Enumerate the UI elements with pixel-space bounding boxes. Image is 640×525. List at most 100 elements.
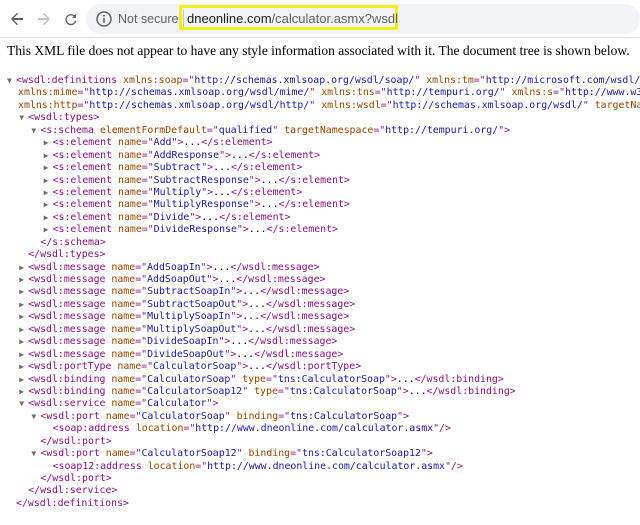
xml-tag: "> [236,323,249,335]
expand-toggle-icon[interactable]: ▶ [44,137,53,149]
xml-val: DivideResponse [153,224,237,236]
xml-tag: =" [553,87,565,99]
expand-toggle-icon[interactable]: ▶ [44,199,53,211]
expand-toggle-icon[interactable]: ▶ [19,311,28,323]
xml-val: Calculator [147,398,207,410]
xml-tag: </s:element> [219,211,291,223]
xml-val: qualified [218,124,273,136]
xml-attr: name [111,286,136,298]
xml-tag: =" [380,99,393,111]
expand-toggle-icon[interactable]: ▶ [19,336,28,348]
expand-toggle-icon[interactable]: ▶ [44,175,53,187]
xml-attr: name [118,162,142,174]
xml-val: http://schemas.xmlsoap.org/wsdl/ [392,99,583,111]
xml-tag: =" [135,323,148,335]
expand-toggle-icon[interactable]: ▶ [19,286,28,298]
xml-tag: =" [135,261,148,273]
info-icon[interactable] [96,11,112,27]
xml-attr: xmlns:mime [18,87,78,99]
xml-tag: =" [374,87,387,99]
expand-toggle-icon[interactable]: ▶ [19,274,28,286]
xml-tag: =" [183,423,196,435]
xml-tag: <s:element [52,186,118,198]
xml-val: http://www.w3 [565,87,640,99]
xml-attr: name [118,137,142,149]
url-text[interactable]: dneonline.com/calculator.asmx?wsdl [187,11,398,27]
xml-tag: "/> [444,460,463,472]
xml-tag: " [309,99,322,111]
xml-val: http://microsoft.com/wsdl/ [485,75,640,86]
xml-tag: "> [224,348,237,360]
xml-tag: " [224,410,237,422]
xml-tag: =" [135,274,148,285]
xml-tag: =" [129,448,142,460]
xml-line: ▶ <wsdl:message name="MultiplySoapIn">...… [0,311,640,323]
xml-val: CalculatorSoap [153,361,237,373]
xml-txt: ... [242,311,261,323]
expand-toggle-icon[interactable]: ▶ [19,262,28,274]
expand-toggle-icon[interactable]: ▶ [44,150,53,162]
collapse-toggle-icon[interactable]: ▼ [7,75,16,87]
xml-tag: </wsdl:message> [266,323,356,335]
expand-toggle-icon[interactable]: ▶ [19,324,28,336]
xml-tag: <wsdl:message [28,323,112,335]
xml-val: MultiplySoapIn [147,311,231,323]
xml-val: AddSoapIn [147,261,201,273]
xml-tag: "> [218,336,231,348]
xml-tag: "> [219,149,231,161]
xml-tag: =" [77,99,90,111]
xml-txt: ... [248,298,267,310]
xml-tag: </s:element> [230,162,303,174]
collapse-toggle-icon[interactable]: ▼ [19,112,28,124]
xml-tag: </wsdl:binding> [414,373,504,385]
xml-tag: </wsdl:message> [236,274,326,285]
xml-tag: "> [236,224,249,236]
xml-val: tns:CalculatorSoap [289,385,397,397]
xml-tag: =" [77,87,90,99]
xml-tag: "> [384,373,397,385]
expand-toggle-icon[interactable]: ▶ [19,386,28,398]
xml-val: AddSoapOut [147,274,207,285]
xml-attr: location [135,423,184,435]
arrow-left-icon [11,12,23,26]
expand-toggle-icon[interactable]: ▶ [44,224,53,236]
xml-line: </wsdl:types> [0,249,640,261]
forward-button[interactable] [33,8,55,30]
xml-line: ▶ <wsdl:message name="MultiplySoapOut">..… [0,324,640,336]
xml-tag: <s:element [52,211,118,223]
xml-tag: =" [141,149,154,161]
collapse-toggle-icon[interactable]: ▼ [19,398,28,410]
xml-txt: ... [260,174,279,186]
xml-tag: </s:element> [201,137,273,149]
xml-attr: name [117,361,142,373]
xml-txt: ... [248,361,267,373]
expand-toggle-icon[interactable]: ▶ [44,187,53,199]
security-indicator[interactable]: Not secure [118,11,178,27]
expand-toggle-icon[interactable]: ▶ [19,349,28,361]
expand-toggle-icon[interactable]: ▶ [19,374,28,386]
xml-tag: "> [171,137,184,149]
expand-toggle-icon[interactable]: ▶ [19,361,28,373]
reload-button[interactable] [60,8,82,30]
xml-attr: name [111,348,136,360]
xml-tag: </s:element> [266,224,338,236]
xml-line: ▶ <wsdl:message name="AddSoapOut">...</ws… [0,274,640,286]
expand-toggle-icon[interactable]: ▶ [19,299,28,311]
xml-line: ▼ <wsdl:types> [0,112,640,124]
xml-tag: =" [277,385,290,397]
xml-tag: " [582,99,595,111]
xml-tag: </s:schema> [40,236,106,248]
xml-tag: "> [420,448,433,460]
xml-tag: "/> [433,423,451,435]
xml-line: ▼ <s:schema elementFormDefault="qualified… [0,125,640,137]
xml-tag: =" [135,348,148,360]
expand-toggle-icon[interactable]: ▶ [44,162,53,174]
xml-attr: xmlns:s [511,87,554,99]
xml-val: tns:CalculatorSoap [277,373,385,385]
xml-attr: type [242,373,266,385]
back-button[interactable] [6,8,28,30]
xml-val: CalculatorSoap [147,373,231,385]
xml-tag: " [309,87,322,99]
expand-toggle-icon[interactable]: ▶ [44,212,53,224]
xml-attr: name [111,373,136,385]
